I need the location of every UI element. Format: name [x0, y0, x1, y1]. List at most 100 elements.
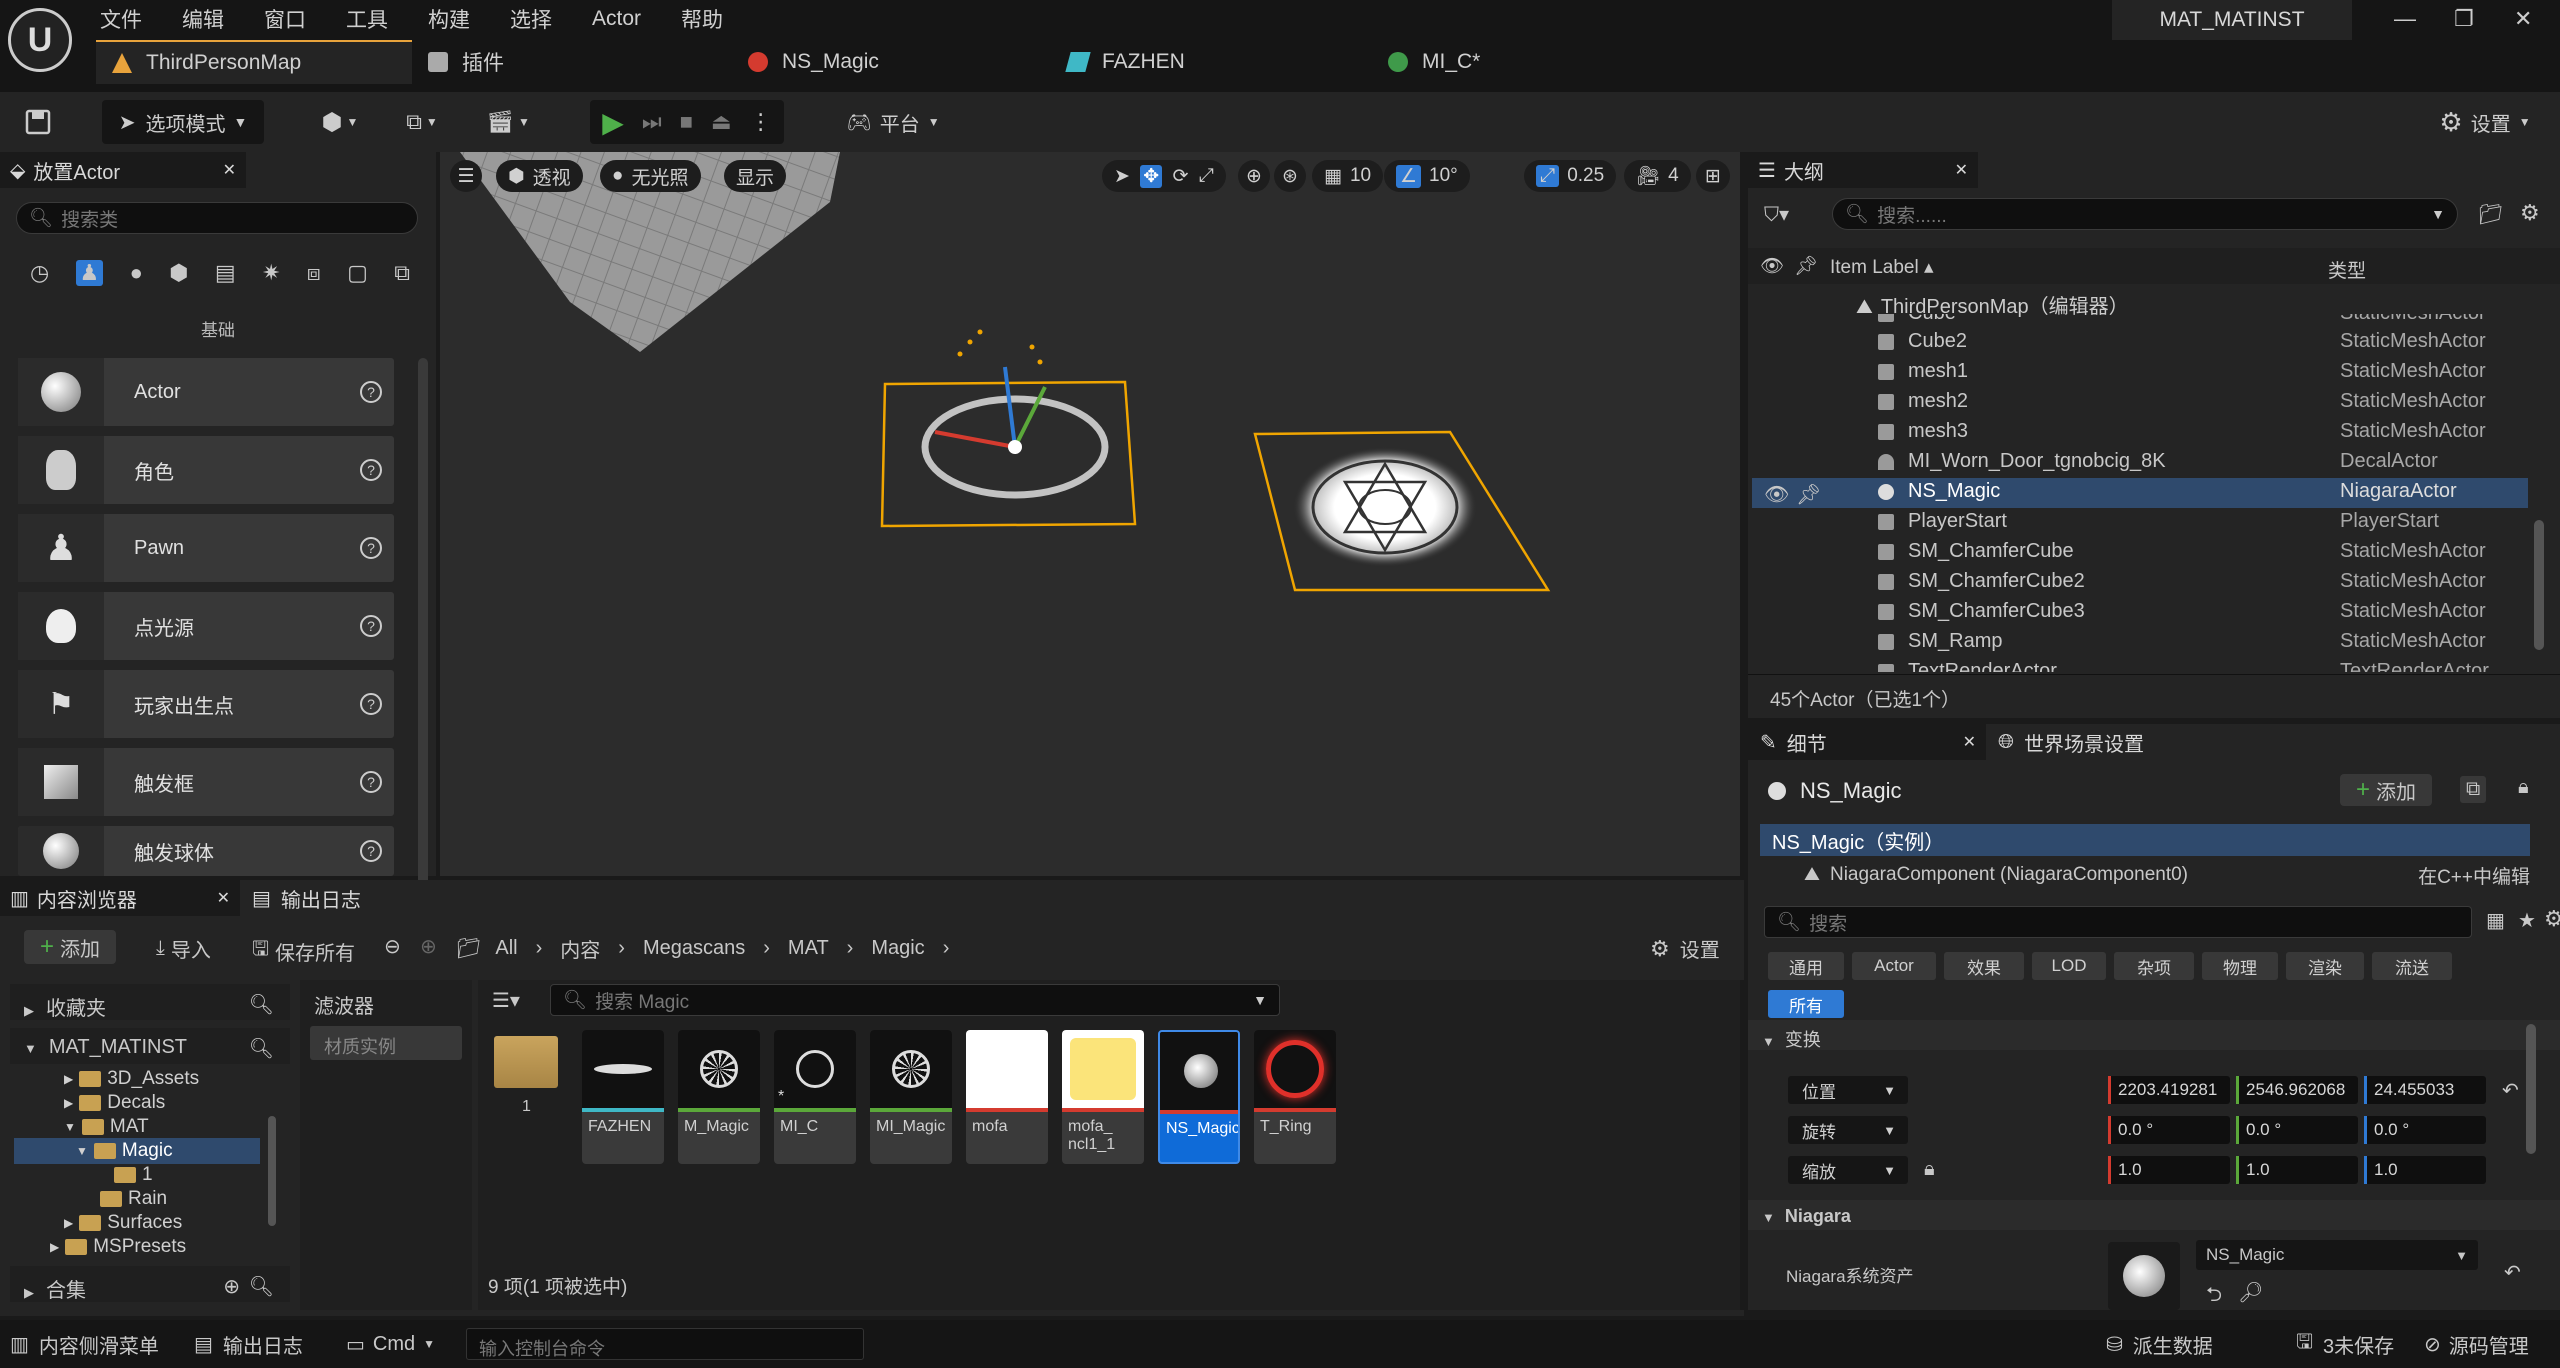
- cinematic-icon[interactable]: ▤: [215, 260, 236, 286]
- breadcrumb-all[interactable]: All: [495, 937, 517, 960]
- favorites-section[interactable]: ▶ 收藏夹 🔍︎: [10, 984, 290, 1020]
- category-physics[interactable]: 物理: [2202, 952, 2278, 980]
- outliner-row[interactable]: mesh1 StaticMeshActor: [0, 358, 2530, 388]
- add-content-button[interactable]: ⬢ ▼: [312, 100, 368, 144]
- cb-settings-button[interactable]: ⚙ 设置: [1650, 934, 1720, 963]
- content-browser-tab[interactable]: ▥ 内容浏览器 ✕: [0, 880, 240, 916]
- edit-in-cpp-link[interactable]: 在C++中编辑: [2418, 862, 2530, 889]
- settings-button[interactable]: ⚙ 设置 ▼: [2430, 100, 2540, 144]
- actor-item-trigger-box[interactable]: 触发框?: [18, 748, 394, 816]
- help-icon[interactable]: ?: [360, 840, 382, 862]
- menu-edit[interactable]: 编辑: [182, 4, 224, 34]
- tree-folder[interactable]: ▶ MSPresets: [50, 1236, 186, 1258]
- output-log-button[interactable]: ▤ 输出日志: [194, 1320, 303, 1368]
- outliner-row[interactable]: PlayerStart PlayerStart: [0, 508, 2530, 538]
- tab-plugins[interactable]: 插件: [412, 40, 732, 84]
- outliner-row[interactable]: MI_Worn_Door_tgnobcig_8K DecalActor: [0, 448, 2530, 478]
- category-lod[interactable]: LOD: [2032, 952, 2106, 980]
- tab-thirdpersonmap[interactable]: ThirdPersonMap: [96, 40, 412, 84]
- reset-icon[interactable]: ↶: [2502, 1078, 2519, 1103]
- tab-mi-c[interactable]: MI_C*: [1372, 40, 1692, 84]
- menu-file[interactable]: 文件: [100, 4, 142, 34]
- outliner-row[interactable]: TextRenderActor TextRenderActor: [0, 658, 2530, 672]
- world-space-icon[interactable]: ⊕: [1238, 160, 1270, 192]
- tab-fazhen[interactable]: FAZHEN: [1052, 40, 1372, 84]
- help-icon[interactable]: ?: [360, 693, 382, 715]
- show-button[interactable]: 显示: [724, 160, 787, 192]
- light-icon[interactable]: ●: [130, 260, 143, 286]
- category-general[interactable]: 通用: [1768, 952, 1844, 980]
- breadcrumb-content[interactable]: 内容: [560, 934, 600, 963]
- mode-dropdown[interactable]: ➤ 选项模式 ▼: [102, 100, 264, 144]
- console-input[interactable]: 输入控制台命令: [466, 1328, 864, 1360]
- details-search-input[interactable]: 🔍︎ 搜索: [1764, 906, 2472, 938]
- details-scrollbar[interactable]: [2526, 1024, 2536, 1154]
- asset-mofa-ncl1-1[interactable]: mofa_ ncl1_1: [1062, 1030, 1144, 1164]
- rotation-x-input[interactable]: 0.0 °: [2108, 1116, 2230, 1144]
- close-tab-icon[interactable]: ✕: [217, 888, 230, 908]
- rotate-icon[interactable]: ⟳: [1173, 165, 1189, 188]
- menu-build[interactable]: 构建: [428, 4, 470, 34]
- play-icon[interactable]: ▶: [602, 106, 624, 139]
- scale-x-input[interactable]: 1.0: [2108, 1156, 2230, 1184]
- close-tab-icon[interactable]: ✕: [1955, 160, 1968, 180]
- lighting-mode-button[interactable]: ● 无光照: [600, 160, 701, 192]
- category-rendering[interactable]: 渲染: [2286, 952, 2364, 980]
- rotation-snap-button[interactable]: ∠ 10°: [1384, 160, 1470, 192]
- tree-folder[interactable]: 1: [114, 1164, 153, 1186]
- tree-folder-selected[interactable]: ▼ Magic: [14, 1138, 260, 1164]
- reset-icon[interactable]: ↶: [2504, 1260, 2521, 1285]
- category-actor[interactable]: Actor: [1852, 952, 1936, 980]
- location-z-input[interactable]: 24.455033: [2364, 1076, 2486, 1104]
- outliner-scrollbar[interactable]: [2534, 520, 2544, 650]
- location-y-input[interactable]: 2546.962068: [2236, 1076, 2358, 1104]
- more-options-icon[interactable]: ⋮: [750, 109, 772, 135]
- menu-tools[interactable]: 工具: [346, 4, 388, 34]
- back-icon[interactable]: ⊖: [384, 934, 401, 959]
- scale-snap-button[interactable]: ⤢ 0.25: [1524, 160, 1617, 192]
- gear-icon[interactable]: ⚙: [2520, 200, 2540, 226]
- details-tab[interactable]: ✎ 细节 ✕: [1748, 724, 1986, 760]
- viewport-menu-icon[interactable]: ☰: [450, 160, 482, 192]
- minimize-icon[interactable]: —: [2394, 6, 2416, 32]
- advance-frame-icon[interactable]: ⏭: [642, 109, 662, 135]
- source-control-button[interactable]: ⊘ 源码管理: [2424, 1320, 2529, 1368]
- breadcrumb-mat[interactable]: MAT: [788, 937, 829, 960]
- restore-icon[interactable]: ❐: [2454, 6, 2474, 32]
- tree-folder[interactable]: ▶ Surfaces: [64, 1212, 182, 1234]
- add-folder-icon[interactable]: 📁︎: [2478, 202, 2503, 227]
- platform-dropdown[interactable]: 🎮︎ 平台 ▼: [840, 100, 946, 144]
- actor-item-trigger-sphere[interactable]: 触发球体?: [18, 826, 394, 876]
- outliner-tab[interactable]: ☰ 大纲 ✕: [1748, 152, 1978, 188]
- scale-icon[interactable]: ⤢: [1199, 165, 1214, 187]
- visibility-icon[interactable]: 👁︎: [1764, 482, 1789, 507]
- outliner-row[interactable]: mesh2 StaticMeshActor: [0, 388, 2530, 418]
- scale-y-input[interactable]: 1.0: [2236, 1156, 2358, 1184]
- outliner-row[interactable]: SM_ChamferCube3 StaticMeshActor: [0, 598, 2530, 628]
- tree-scrollbar[interactable]: [268, 1116, 276, 1226]
- cinematics-button[interactable]: 🎬︎ ▼: [480, 100, 536, 144]
- category-misc[interactable]: 杂项: [2114, 952, 2194, 980]
- outliner-row[interactable]: SM_ChamferCube StaticMeshActor: [0, 538, 2530, 568]
- search-icon[interactable]: 🔍︎: [249, 992, 274, 1017]
- category-streaming[interactable]: 流送: [2372, 952, 2452, 980]
- lock-icon[interactable]: 🔒︎: [1924, 1158, 1935, 1181]
- star-icon[interactable]: ★: [2518, 908, 2536, 933]
- pin-icon[interactable]: 📌︎: [1796, 482, 1821, 507]
- breadcrumb-magic[interactable]: Magic: [871, 937, 924, 960]
- outliner-row[interactable]: mesh3 StaticMeshActor: [0, 418, 2530, 448]
- close-window-icon[interactable]: ✕: [2514, 6, 2532, 32]
- close-tab-icon[interactable]: ✕: [1963, 732, 1976, 752]
- scale-dropdown[interactable]: 缩放 ▼: [1788, 1156, 1908, 1184]
- collections-section[interactable]: ▶ 合集 ⊕ 🔍︎: [10, 1266, 290, 1302]
- layout-icon[interactable]: ⊞: [1696, 160, 1730, 192]
- actor-item-player-start[interactable]: ⚑ 玩家出生点?: [18, 670, 394, 738]
- menu-help[interactable]: 帮助: [681, 4, 723, 34]
- gear-icon[interactable]: ⚙: [2544, 906, 2560, 932]
- save-all-button[interactable]: 🖫 保存所有: [252, 934, 355, 968]
- outliner-search-input[interactable]: 🔍︎ 搜索...... ▼: [1832, 198, 2458, 230]
- outliner-row[interactable]: SM_ChamferCube2 StaticMeshActor: [0, 568, 2530, 598]
- asset-t-ring[interactable]: T_Ring: [1254, 1030, 1336, 1164]
- stop-icon[interactable]: ■: [680, 109, 693, 135]
- location-dropdown[interactable]: 位置 ▼: [1788, 1076, 1908, 1104]
